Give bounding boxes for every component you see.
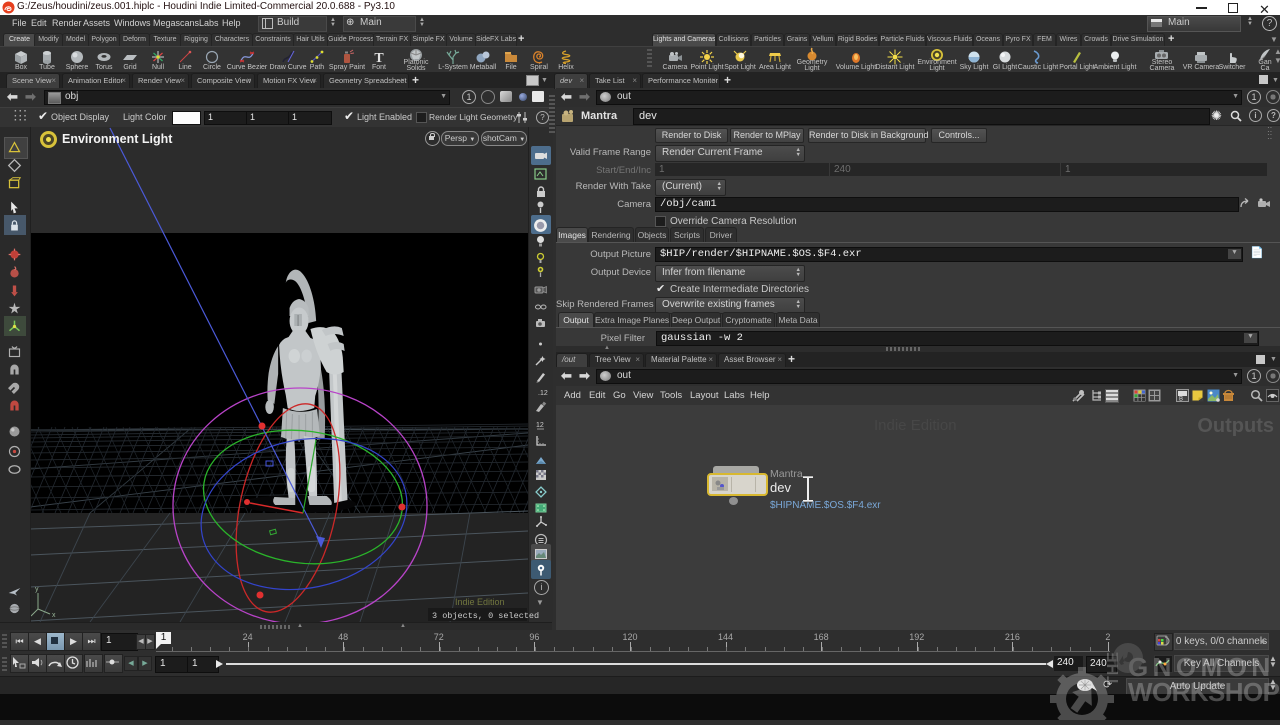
svg-text:12: 12	[536, 422, 544, 429]
svg-text:B: B	[1179, 397, 1183, 403]
svg-text:T: T	[374, 51, 384, 65]
svg-text:y: y	[35, 586, 39, 593]
svg-text:x: x	[52, 612, 56, 619]
svg-text:.12: .12	[538, 390, 548, 397]
